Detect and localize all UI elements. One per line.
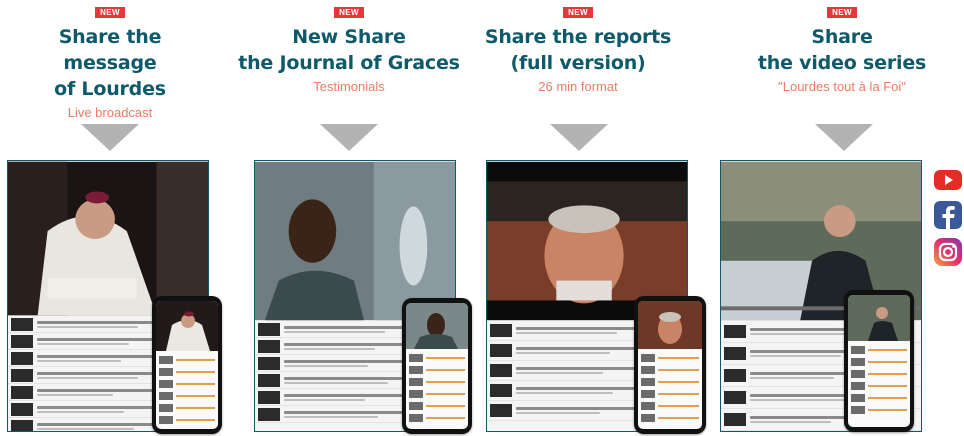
column-subtitle: Testimonials [313,79,385,94]
title-line-1: Share [811,26,873,48]
new-badge: NEW [334,7,364,18]
down-arrow-icon [320,124,378,151]
video-still-testimony [255,161,455,321]
down-arrow-icon [550,124,608,151]
column-journal-of-graces: NEW New Share the Journal of Graces Test… [238,0,460,95]
column-message-of-lourdes: NEW Share the message of Lourdes Live br… [10,0,210,121]
new-badge: NEW [563,7,593,18]
column-title: Share the message of Lourdes [10,24,210,102]
instagram-icon[interactable] [932,236,964,268]
column-reports: NEW Share the reports (full version) 26 … [478,0,678,95]
phone-mockup [844,290,914,432]
phone-video-testimony [406,303,468,349]
column-subtitle: "Lourdes tout à la Foi" [778,79,906,94]
new-badge: NEW [827,7,857,18]
title-line-2: of Lourdes [54,78,166,100]
column-video-series: NEW Share the video series "Lourdes tout… [742,0,942,95]
column-title: Share the video series [742,24,942,76]
phone-video-report [638,301,702,349]
video-still-bishop [8,161,208,316]
column-title: Share the reports (full version) [478,24,678,76]
youtube-icon[interactable] [932,164,964,196]
phone-video-series [848,295,910,341]
phone-video-bishop [156,301,218,351]
facebook-icon[interactable] [932,199,964,231]
title-line-1: New Share [292,26,406,48]
title-line-1: Share the reports [484,26,672,48]
title-line-1: Share the message [58,26,162,74]
title-line-2: the Journal of Graces [238,52,460,74]
column-subtitle: 26 min format [538,79,618,94]
down-arrow-icon [815,124,873,151]
title-line-2: (full version) [510,52,646,74]
new-badge: NEW [95,7,125,18]
title-line-2: the video series [757,52,927,74]
down-arrow-icon [81,124,139,151]
phone-mockup [152,296,222,434]
phone-mockup [634,296,706,434]
column-title: New Share the Journal of Graces [238,24,460,76]
column-subtitle: Live broadcast [67,105,153,120]
phone-mockup [402,298,472,434]
